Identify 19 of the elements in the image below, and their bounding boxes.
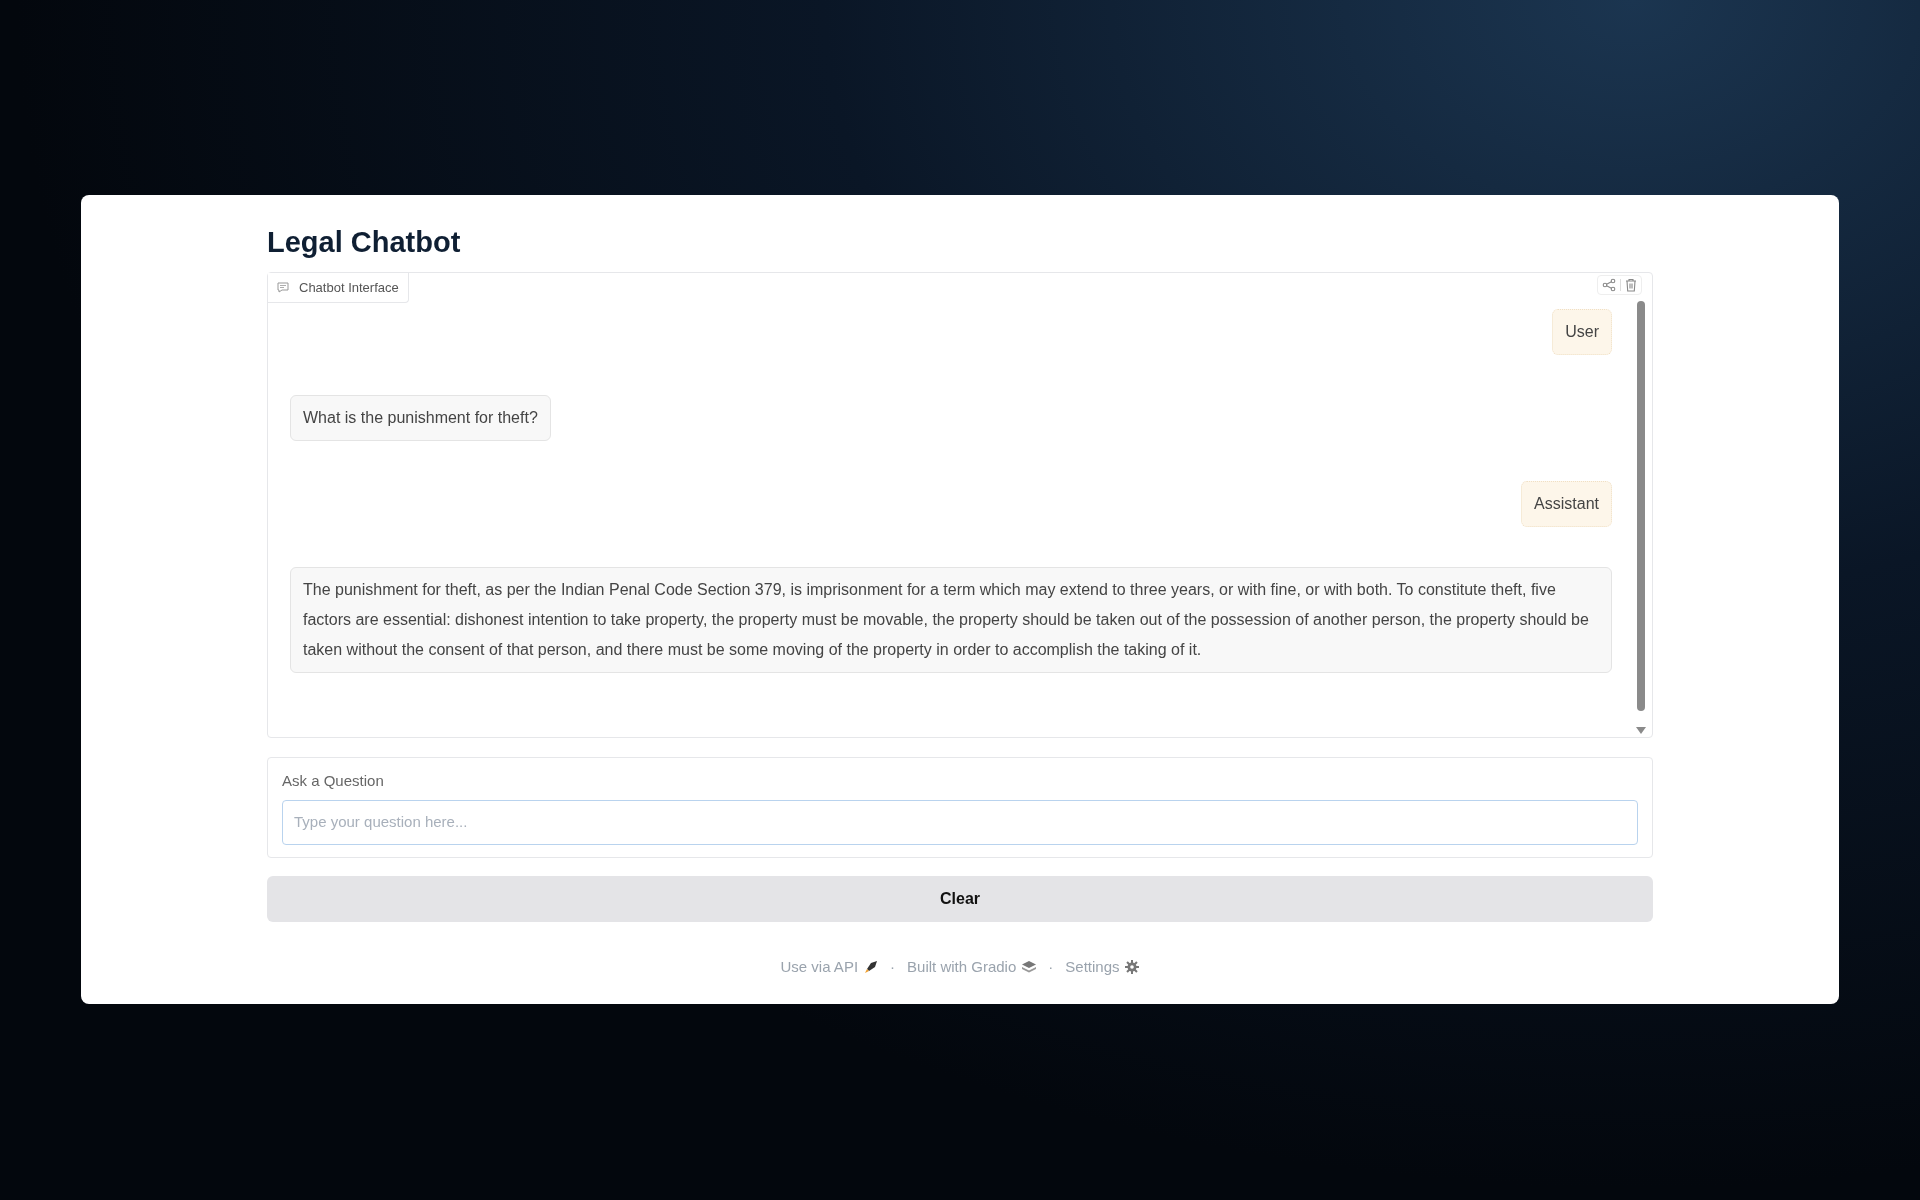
user-message: Assistant xyxy=(1521,480,1612,527)
bot-message: What is the punishment for theft? xyxy=(290,394,551,441)
question-field[interactable]: Type your question here... xyxy=(282,800,1638,845)
footer-link[interactable]: Settings xyxy=(1065,955,1140,979)
clear-button[interactable]: Clear xyxy=(267,875,1653,922)
panel-label-text: Chatbot Interface xyxy=(299,278,399,297)
separator-dot: · xyxy=(890,956,896,977)
field-label: Ask a Question xyxy=(282,770,385,791)
trash-icon[interactable] xyxy=(1625,277,1637,292)
footer-link[interactable]: Built with Gradio xyxy=(907,955,1037,979)
logo-icon xyxy=(1022,961,1037,974)
share-icon[interactable] xyxy=(1602,277,1616,292)
chat-icon xyxy=(277,282,289,294)
page-title: Legal Chatbot xyxy=(267,225,462,260)
gear-icon xyxy=(1125,960,1140,975)
footer-link[interactable]: Use via API xyxy=(780,955,879,979)
bot-message: The punishment for theft, as per the Indian Penal Code Section 379, is imprisonment for a term which may extend to three years, or with fine, or with both. To constitute theft, five factors are essential: dishonest intention to take property, the property must be movable, the property should be taken out of the possession of another person, the property should be taken without the consent of that person, and there must be some moving of the property in order to accomplish the taking of it. xyxy=(290,566,1612,673)
user-message: User xyxy=(1552,308,1612,355)
separator-dot: · xyxy=(1048,956,1054,977)
